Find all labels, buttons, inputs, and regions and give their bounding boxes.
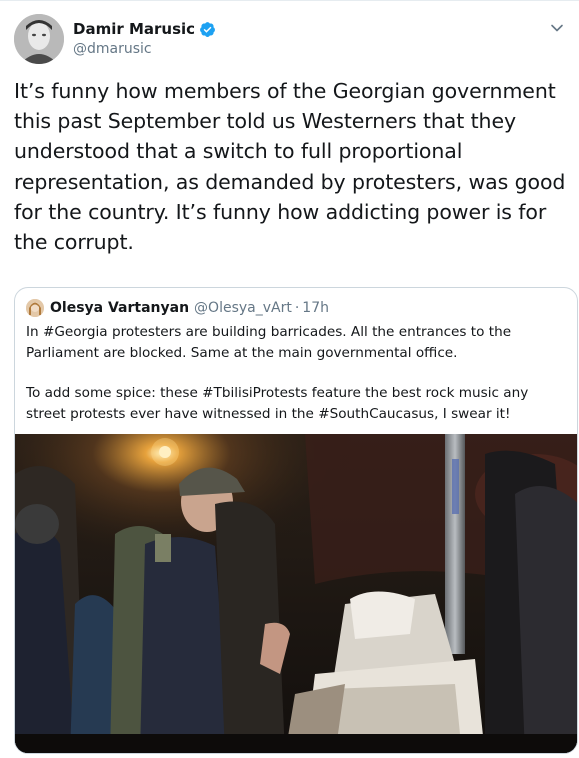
- author-handle[interactable]: @dmarusic: [73, 41, 152, 57]
- quoted-paragraph-1: In #Georgia protesters are building barr…: [26, 324, 512, 361]
- tweet-card[interactable]: Damir Marusic @dmarusic It’s funny how m…: [0, 0, 579, 758]
- quoted-timestamp[interactable]: 17h: [302, 300, 329, 316]
- author-name-text[interactable]: Damir Marusic: [73, 20, 195, 38]
- quoted-author-name[interactable]: Olesya Vartanyan: [50, 300, 189, 316]
- divider: [0, 0, 579, 1]
- quoted-header: Olesya Vartanyan @Olesya_vArt · 17h: [26, 299, 329, 317]
- quoted-media-image[interactable]: [15, 434, 577, 753]
- chevron-down-icon[interactable]: [547, 18, 567, 38]
- quoted-text: In #Georgia protesters are building barr…: [26, 322, 571, 444]
- verified-badge-icon: [199, 21, 216, 38]
- separator-dot: ·: [294, 300, 300, 316]
- author-name[interactable]: Damir Marusic: [73, 20, 216, 38]
- author-avatar[interactable]: [14, 14, 64, 64]
- quoted-avatar[interactable]: [26, 299, 44, 317]
- quoted-paragraph-2: To add some spice: these #TbilisiProtest…: [26, 385, 529, 422]
- tweet-text: It’s funny how members of the Georgian g…: [14, 79, 566, 255]
- quoted-author-handle[interactable]: @Olesya_vArt: [194, 300, 292, 316]
- quoted-tweet[interactable]: Olesya Vartanyan @Olesya_vArt · 17h In #…: [14, 287, 578, 754]
